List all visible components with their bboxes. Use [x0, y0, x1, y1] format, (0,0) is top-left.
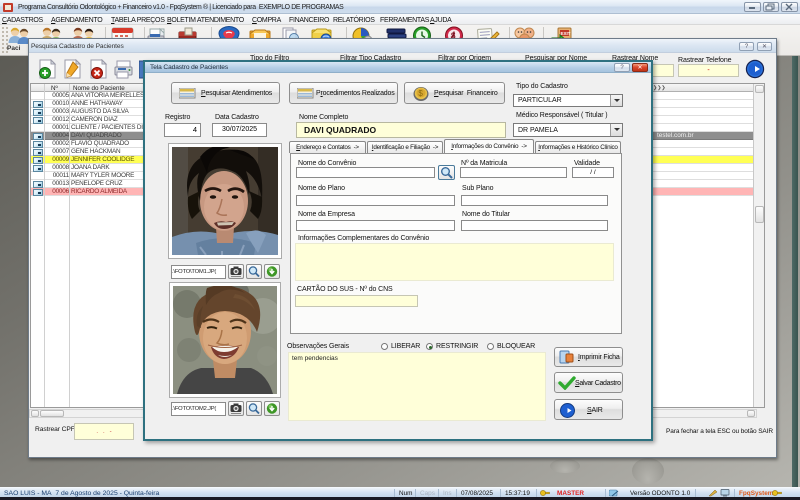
svg-text:$: $: [418, 89, 423, 98]
svg-text:EXIT: EXIT: [561, 31, 571, 36]
